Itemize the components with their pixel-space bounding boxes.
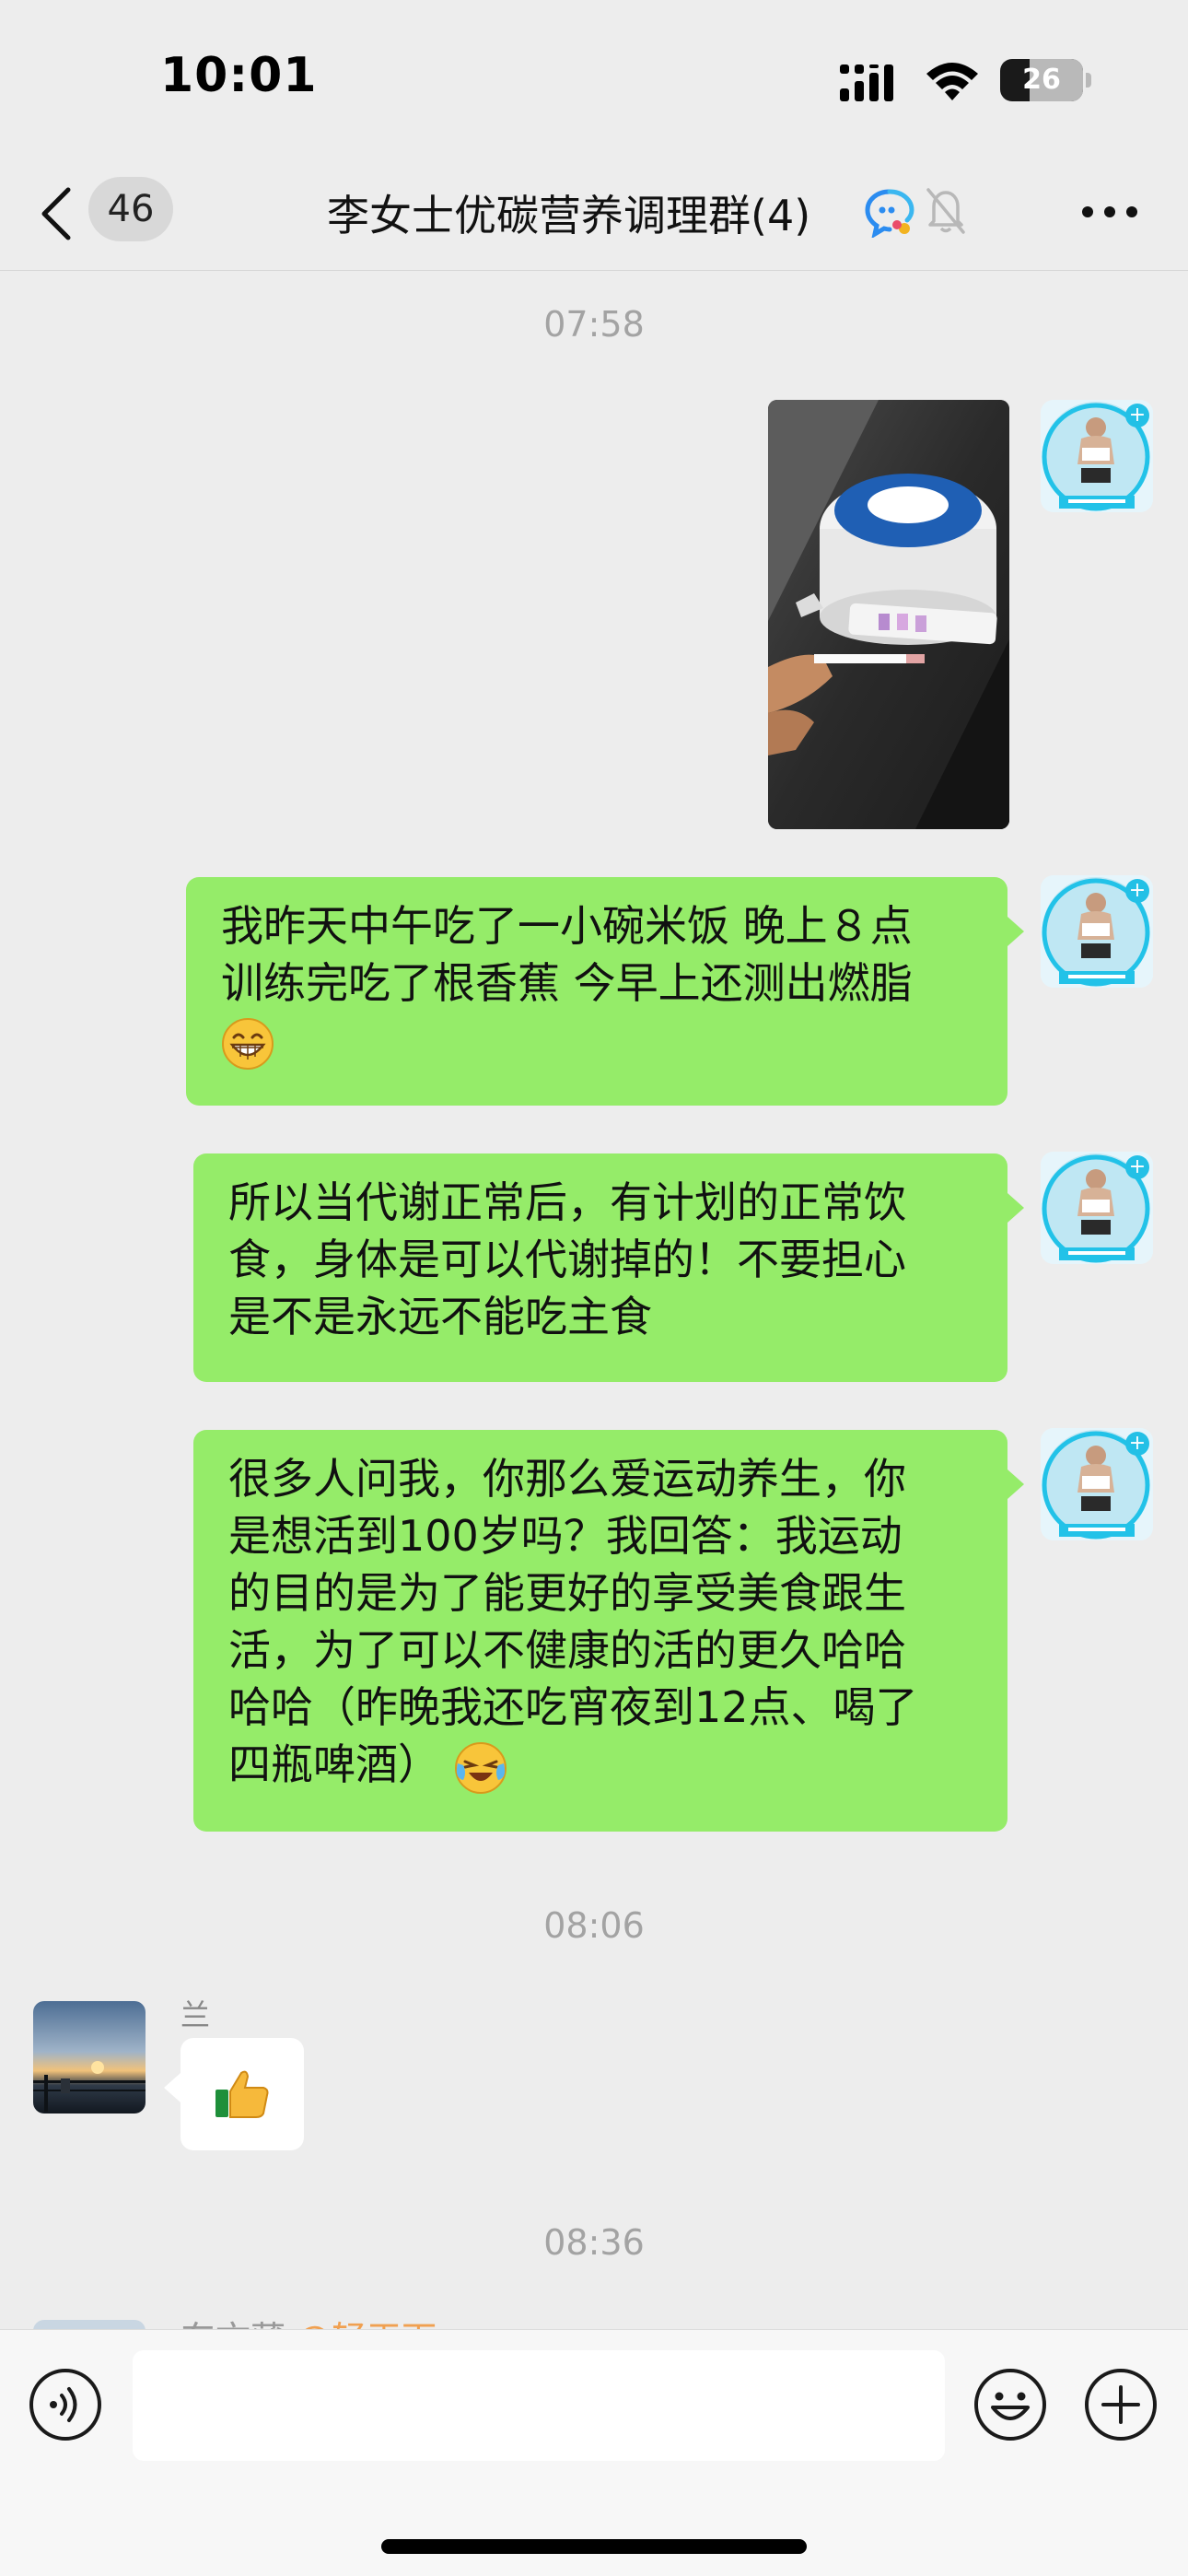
message-text: 食，身体是可以代谢掉的！不要担心	[228, 1235, 906, 1284]
message-text: 哈哈（昨晚我还吃宵夜到12点、喝了	[228, 1682, 918, 1732]
plus-icon: +	[1125, 404, 1149, 427]
unread-count-badge[interactable]: 46	[88, 177, 173, 241]
chat-title[interactable]: 李女士优碳营养调理群(4)	[327, 182, 810, 243]
message-text: 我昨天中午吃了一小碗米饭 晚上８点	[221, 901, 913, 951]
nav-bar: 46 李女士优碳营养调理群(4)	[0, 157, 1188, 271]
home-indicator[interactable]	[381, 2539, 807, 2554]
chevron-left-icon[interactable]	[37, 184, 77, 243]
message-text: 四瓶啤酒）	[228, 1739, 440, 1789]
partial-message-row: 东文薄 @轻天下	[0, 2303, 1188, 2331]
signal-icon	[840, 64, 893, 101]
crying-laughing-emoji-icon	[454, 1741, 507, 1794]
battery-indicator: 26	[1000, 59, 1083, 101]
message-text: 活，为了可以不健康的活的更久哈哈	[228, 1625, 906, 1675]
group-chat-icon	[865, 189, 914, 238]
avatar[interactable]: +	[1041, 1152, 1153, 1264]
battery-level: 26	[1022, 64, 1061, 96]
avatar[interactable]	[33, 2001, 146, 2113]
voice-icon[interactable]	[28, 2367, 103, 2442]
status-bar: 10:01 26	[0, 0, 1188, 157]
grinning-emoji-icon	[222, 1017, 274, 1070]
image-message[interactable]	[768, 400, 1009, 829]
plus-icon: +	[1125, 1155, 1149, 1179]
message-input[interactable]	[133, 2350, 945, 2461]
message-text: 训练完吃了根香蕉 今早上还测出燃脂	[221, 958, 913, 1008]
wifi-icon	[926, 63, 978, 100]
status-time: 10:01	[160, 48, 318, 103]
timestamp: 08:06	[543, 1905, 645, 1946]
timestamp: 07:58	[543, 304, 645, 345]
avatar[interactable]: +	[1041, 1428, 1153, 1540]
timestamp: 08:36	[543, 2222, 645, 2263]
message-text: 是不是永远不能吃主食	[228, 1292, 652, 1341]
plus-circle-icon[interactable]	[1083, 2367, 1159, 2442]
more-dots-icon[interactable]	[1079, 203, 1140, 221]
sender-name: 兰	[181, 1997, 211, 2032]
message-text: 很多人问我，你那么爱运动养生，你	[228, 1454, 906, 1504]
message-text: 的目的是为了能更好的享受美食跟生	[228, 1568, 906, 1618]
avatar[interactable]: +	[1041, 875, 1153, 988]
plus-icon: +	[1125, 879, 1149, 903]
message-bubble[interactable]: 所以当代谢正常后，有计划的正常饮 食，身体是可以代谢掉的！不要担心 是不是永远不…	[193, 1153, 1007, 1382]
smiley-icon[interactable]	[973, 2367, 1048, 2442]
message-text: 所以当代谢正常后，有计划的正常饮	[228, 1177, 906, 1227]
avatar[interactable]: +	[1041, 400, 1153, 512]
message-text: 是想活到100岁吗？我回答：我运动	[228, 1511, 903, 1561]
thumbs-up-emoji-icon	[215, 2070, 269, 2118]
plus-icon: +	[1125, 1432, 1149, 1456]
message-bubble[interactable]: 很多人问我，你那么爱运动养生，你 是想活到100岁吗？我回答：我运动 的目的是为…	[193, 1430, 1007, 1832]
message-bubble[interactable]: 我昨天中午吃了一小碗米饭 晚上８点 训练完吃了根香蕉 今早上还测出燃脂	[186, 877, 1007, 1106]
message-bubble[interactable]	[181, 2038, 304, 2150]
bell-off-icon	[926, 188, 965, 234]
